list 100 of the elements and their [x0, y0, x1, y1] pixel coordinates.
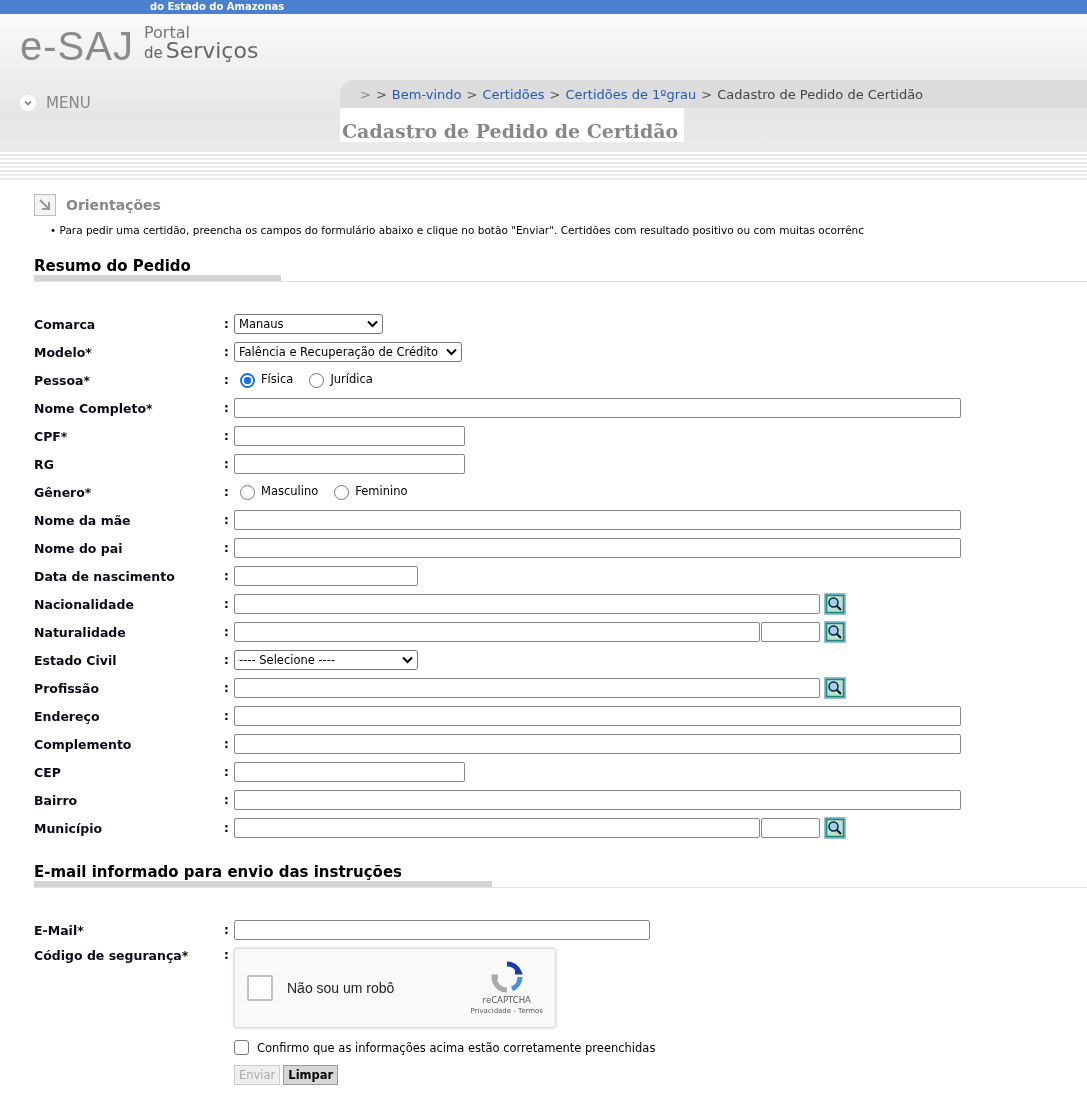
text-input[interactable] — [234, 594, 820, 614]
colon-text: : — [224, 401, 230, 415]
colon-text: : — [224, 709, 230, 723]
separator-text: > — [549, 86, 561, 102]
checkbox[interactable] — [234, 1040, 249, 1055]
breadcrumb-link[interactable]: Certidões — [482, 86, 545, 102]
colon-text: : — [224, 765, 230, 779]
breadcrumb-current: Cadastro de Pedido de Certidão — [717, 86, 924, 102]
text-input[interactable] — [234, 790, 961, 810]
field-label: Código de segurança* — [34, 948, 190, 963]
colon-text: : — [224, 317, 230, 331]
field-label: RG — [34, 456, 55, 472]
text-input[interactable] — [234, 622, 760, 642]
text-input[interactable] — [234, 818, 760, 838]
caret-icon — [446, 348, 458, 356]
section-title: Resumo do Pedido — [34, 257, 281, 281]
breadcrumb-link[interactable]: Bem-vindo — [391, 86, 462, 102]
field-label: Estado Civil — [34, 652, 118, 668]
code-input[interactable] — [761, 818, 820, 838]
field-label: Data de nascimento — [34, 568, 176, 584]
field-label: Nome Completo* — [34, 400, 154, 416]
logo-portal-text: Portal — [143, 24, 191, 42]
separator-text: > — [701, 86, 713, 102]
colon-text: : — [224, 569, 230, 583]
field-label: Gênero* — [34, 484, 93, 500]
caret-icon — [367, 320, 378, 328]
text-input[interactable] — [234, 920, 650, 940]
field-label: CEP — [34, 764, 62, 780]
colon-text: : — [224, 429, 230, 443]
dropdown[interactable]: ---- Selecione ---- — [234, 650, 418, 670]
colon-text: : — [224, 345, 230, 359]
field-label: Nome do pai — [34, 540, 124, 556]
field-label: E-Mail* — [34, 922, 85, 938]
colon-text: : — [224, 457, 230, 471]
caret-icon — [402, 656, 413, 664]
text-input[interactable] — [234, 398, 961, 418]
field-label: Comarca — [34, 316, 97, 332]
text-input[interactable] — [234, 566, 418, 586]
field-label: Profissão — [34, 680, 101, 696]
colon-text: : — [224, 948, 230, 962]
field-label: CPF* — [34, 428, 69, 444]
recaptcha-logo-icon — [490, 961, 523, 993]
colon-text: : — [224, 373, 230, 387]
search-icon[interactable] — [824, 817, 846, 839]
field-label: Nome da mãe — [34, 512, 132, 528]
radio-label: Masculino — [261, 483, 319, 498]
code-input[interactable] — [761, 622, 820, 642]
field-label: Bairro — [34, 792, 79, 808]
breadcrumb-link[interactable]: Certidões de 1ºgrau — [565, 86, 697, 102]
text-input[interactable] — [234, 454, 465, 474]
text-input[interactable] — [234, 706, 961, 726]
colon-text: : — [224, 541, 230, 555]
radio-label: Física — [261, 371, 294, 386]
colon-text: : — [224, 681, 230, 695]
text-input[interactable] — [234, 734, 961, 754]
field-label: Nacionalidade — [34, 596, 135, 612]
dropdown[interactable]: Falência e Recuperação de Crédito — [234, 342, 463, 362]
colon-text: : — [224, 485, 230, 499]
text-input[interactable] — [234, 538, 961, 558]
separator-text: > — [466, 86, 478, 102]
search-icon[interactable] — [824, 621, 846, 643]
search-icon[interactable] — [824, 677, 846, 699]
colon-text: : — [224, 923, 230, 937]
guidance-title: Orientações — [66, 197, 161, 213]
radio-label: Feminino — [355, 483, 408, 498]
radio-label: Jurídica — [330, 371, 373, 386]
colon-text: : — [224, 513, 230, 527]
guidance-text: • Para pedir uma certidão, preencha os campos do formulário abaixo e clique no botão "Enviar". Certidões com resultado positivo ou com muitas ocorrênc — [49, 223, 866, 236]
form-button[interactable]: Limpar — [283, 1065, 339, 1085]
field-label: Endereço — [34, 708, 101, 724]
colon-text: : — [224, 821, 230, 835]
field-label: Complemento — [34, 736, 133, 752]
dropdown[interactable]: Manaus — [234, 314, 383, 334]
colon-text: : — [224, 597, 230, 611]
colon-text: : — [224, 653, 230, 667]
field-label: Município — [34, 820, 104, 836]
colon-text: : — [224, 625, 230, 639]
checkbox-label: Confirmo que as informações acima estão corretamente preenchidas — [257, 1040, 656, 1055]
text-input[interactable] — [234, 426, 465, 446]
logo-brand: e-SAJ — [20, 24, 134, 68]
text-input[interactable] — [234, 762, 465, 782]
separator-text: > — [375, 86, 387, 102]
captcha-label: Não sou um robô — [287, 980, 396, 996]
text-input[interactable] — [234, 678, 820, 698]
search-icon[interactable] — [824, 593, 846, 615]
captcha-checkbox[interactable] — [247, 975, 273, 1001]
text-input[interactable] — [234, 510, 961, 530]
logo-services-text: de Serviços — [143, 42, 259, 62]
field-label: Pessoa* — [34, 372, 92, 388]
radio-button[interactable] — [240, 372, 255, 388]
chevron-icon — [20, 95, 36, 111]
page-title: Cadastro de Pedido de Certidão — [340, 108, 685, 142]
field-label: Naturalidade — [34, 624, 127, 640]
colon-text: : — [224, 737, 230, 751]
banner-text: do Estado do Amazonas — [150, 1, 285, 13]
field-label: Modelo* — [34, 344, 93, 360]
separator-text: > — [360, 86, 371, 102]
section-title: E-mail informado para envio das instruções — [34, 863, 492, 887]
captcha-brand: reCAPTCHA — [482, 995, 531, 1005]
colon-text: : — [224, 793, 230, 807]
